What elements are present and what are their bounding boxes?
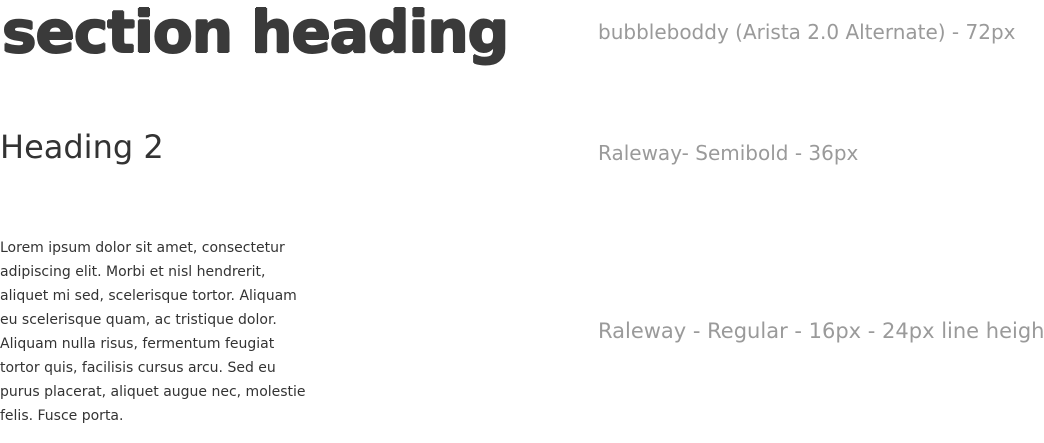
body-text-sample: Lorem ipsum dolor sit amet, consectetur … <box>0 240 306 424</box>
section-heading-spec-label: bubbleboddy (Arista 2.0 Alternate) - 72p… <box>598 20 1016 44</box>
heading-2-spec-label: Raleway- Semibold - 36px <box>598 141 859 165</box>
section-heading-sample: section heading <box>2 0 509 66</box>
body-text-spec-label: Raleway - Regular - 16px - 24px line hei… <box>598 319 1044 343</box>
heading-2-sample: Heading 2 <box>0 128 164 166</box>
